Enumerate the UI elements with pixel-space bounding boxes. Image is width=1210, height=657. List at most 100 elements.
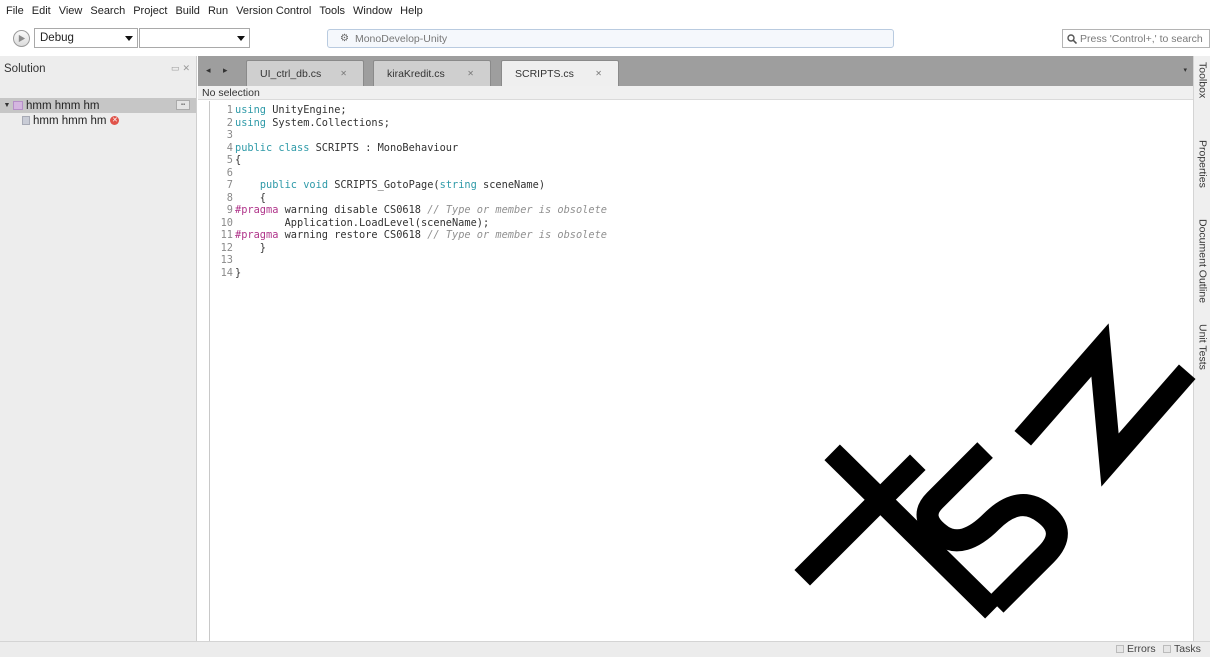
code-line[interactable]: 4 public class SCRIPTS : MonoBehaviour	[212, 142, 607, 155]
expand-icon[interactable]: ▼	[3, 102, 11, 109]
line-text: using UnityEngine;	[235, 104, 347, 117]
line-text: #pragma warning disable CS0618 // Type o…	[235, 204, 607, 217]
code-line[interactable]: 9 #pragma warning disable CS0618 // Type …	[212, 204, 607, 217]
menu-file[interactable]: File	[2, 5, 28, 17]
dock-tab-label: Toolbox	[1196, 61, 1209, 99]
line-number: 10	[220, 216, 233, 229]
line-text: #pragma warning restore CS0618 // Type o…	[235, 229, 607, 242]
gutter-separator	[209, 101, 210, 641]
project-node-label: hmm hmm hm	[33, 114, 107, 127]
code-token: {	[235, 191, 266, 204]
line-text: }	[235, 242, 266, 255]
solution-pad: Solution ▭ ✕ ▼ hmm hmm hm ▪▪ hmm hmm hm …	[0, 56, 197, 641]
dropdown-arrow-icon	[121, 29, 137, 47]
tab-scripts[interactable]: SCRIPTS.cs ✕	[501, 60, 619, 86]
code-line[interactable]: 13	[212, 254, 607, 267]
errors-icon	[1116, 645, 1124, 653]
dock-tab-toolbox[interactable]: Toolbox	[1195, 60, 1210, 100]
tab-kirakredit[interactable]: kiraKredit.cs ✕	[373, 60, 491, 86]
line-number: 2	[226, 116, 233, 129]
code-line[interactable]: 11 #pragma warning restore CS0618 // Type…	[212, 229, 607, 242]
errors-label: Errors	[1127, 643, 1156, 655]
right-dock-bar: Toolbox Properties Document Outline Unit…	[1193, 56, 1210, 641]
code-line[interactable]: 6	[212, 167, 607, 180]
close-icon[interactable]: ✕	[595, 69, 602, 78]
menu-search[interactable]: Search	[86, 5, 129, 17]
dock-tab-properties[interactable]: Properties	[1195, 136, 1210, 192]
tasks-label: Tasks	[1174, 643, 1201, 655]
code-line[interactable]: 1 using UnityEngine;	[212, 104, 607, 117]
navigation-bar[interactable]: No selection	[198, 86, 1193, 100]
dock-tab-unit-tests[interactable]: Unit Tests	[1195, 318, 1210, 376]
line-text: public class SCRIPTS : MonoBehaviour	[235, 142, 458, 155]
code-token: #pragma	[235, 204, 279, 216]
status-display: ⚙ MonoDevelop-Unity	[327, 29, 894, 48]
solution-node[interactable]: ▼ hmm hmm hm ▪▪	[0, 98, 196, 113]
search-input[interactable]: Press 'Control+,' to search	[1062, 29, 1210, 48]
code-token: class	[278, 141, 310, 154]
solution-pad-header: Solution ▭ ✕	[0, 56, 196, 82]
code-line[interactable]: 8 {	[212, 192, 607, 205]
code-line[interactable]: 5{	[212, 154, 607, 167]
dock-tab-document-outline[interactable]: Document Outline	[1195, 211, 1210, 311]
run-button[interactable]	[13, 30, 30, 47]
menu-bar: File Edit View Search Project Build Run …	[0, 0, 1210, 22]
dock-tab-label: Unit Tests	[1196, 324, 1209, 370]
menu-build[interactable]: Build	[171, 5, 203, 17]
code-line[interactable]: 2 using System.Collections;	[212, 117, 607, 130]
code-token: // Type or member is obsolete	[427, 204, 607, 216]
dock-tab-label: Document Outline	[1196, 218, 1209, 304]
line-text: public void SCRIPTS_GotoPage(string scen…	[235, 179, 545, 192]
code-editor[interactable]: 1 using UnityEngine; 2 using System.Collect…	[212, 104, 607, 279]
nav-left-icon[interactable]: ◂	[206, 65, 211, 76]
code-line[interactable]: 14}	[212, 267, 607, 280]
target-select[interactable]	[139, 28, 250, 48]
configuration-value: Debug	[40, 32, 74, 44]
gear-icon: ⚙	[340, 33, 349, 44]
code-token: }	[235, 241, 266, 254]
configuration-select[interactable]: Debug	[34, 28, 138, 48]
code-line[interactable]: 3	[212, 129, 607, 142]
line-number: 4	[226, 141, 233, 154]
code-token: using	[235, 116, 266, 129]
code-token: warning disable CS0618	[278, 204, 428, 216]
code-line[interactable]: 10 Application.LoadLevel(sceneName);	[212, 217, 607, 230]
code-line[interactable]: 7 public void SCRIPTS_GotoPage(string sc…	[212, 179, 607, 192]
tasks-pad-button[interactable]: Tasks	[1163, 643, 1201, 655]
tab-ui-ctrl-db[interactable]: UI_ctrl_db.cs ✕	[246, 60, 364, 86]
close-icon[interactable]: ✕	[182, 63, 190, 74]
menu-edit[interactable]: Edit	[28, 5, 55, 17]
code-token: SCRIPTS_GotoPage(	[328, 179, 440, 191]
line-text: }	[235, 267, 241, 280]
menu-view[interactable]: View	[55, 5, 87, 17]
code-token: #pragma	[235, 229, 279, 241]
editor-area: ◂ ▸ UI_ctrl_db.cs ✕ kiraKredit.cs ✕ SCRI…	[198, 56, 1193, 641]
code-token: public	[259, 179, 298, 191]
tab-list-dropdown-icon[interactable]: ▾	[1183, 66, 1187, 74]
solution-options-icon[interactable]: ▪▪	[176, 100, 190, 110]
code-token: void	[303, 179, 329, 191]
run-icon	[18, 34, 26, 43]
search-placeholder: Press 'Control+,' to search	[1080, 32, 1203, 45]
menu-tools[interactable]: Tools	[315, 5, 349, 17]
code-token: System.Collections;	[266, 116, 390, 129]
line-number: 3	[226, 129, 233, 141]
toolbar: Debug ⚙ MonoDevelop-Unity Press 'Control…	[0, 22, 1210, 56]
close-icon[interactable]: ✕	[340, 69, 347, 78]
dock-pad-icon[interactable]: ▭	[171, 63, 180, 74]
line-number: 7	[226, 179, 233, 191]
code-token: using	[235, 104, 266, 116]
project-node[interactable]: hmm hmm hm ✕	[0, 113, 196, 128]
code-line[interactable]: 12 }	[212, 242, 607, 255]
menu-version-control[interactable]: Version Control	[232, 5, 315, 17]
menu-window[interactable]: Window	[349, 5, 396, 17]
close-icon[interactable]: ✕	[467, 69, 474, 78]
line-text: using System.Collections;	[235, 117, 390, 130]
menu-project[interactable]: Project	[129, 5, 171, 17]
menu-help[interactable]: Help	[396, 5, 427, 17]
code-token: sceneName)	[476, 179, 546, 191]
nav-right-icon[interactable]: ▸	[223, 65, 228, 76]
menu-run[interactable]: Run	[204, 5, 232, 17]
errors-pad-button[interactable]: Errors	[1116, 643, 1156, 655]
